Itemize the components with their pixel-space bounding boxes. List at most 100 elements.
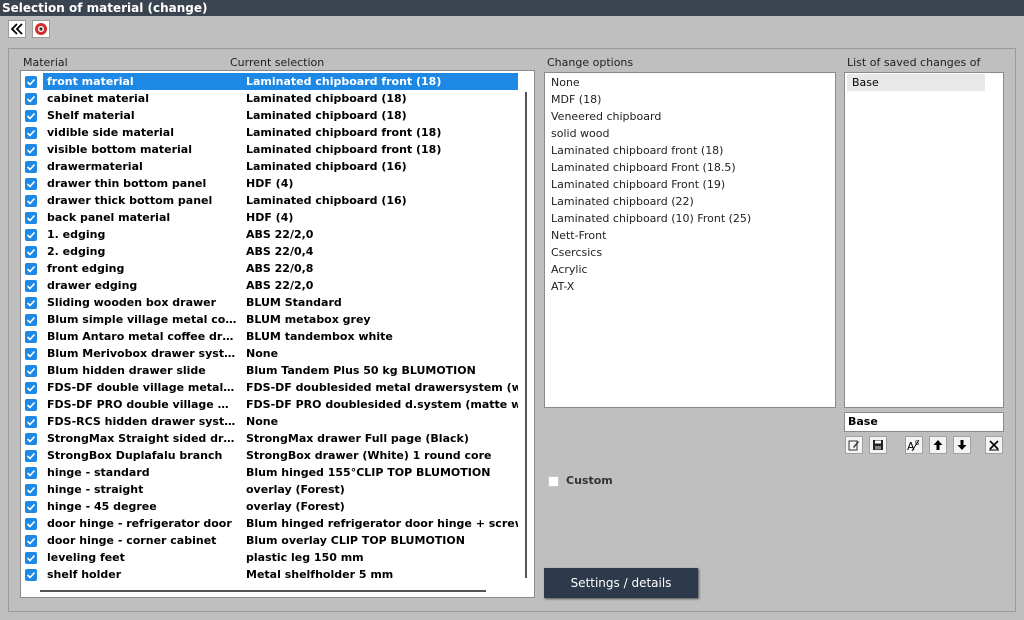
settings-details-button[interactable]: Settings / details — [544, 568, 698, 598]
change-option-item[interactable]: Laminated chipboard Front (18.5) — [551, 159, 736, 176]
material-checkbox[interactable] — [25, 365, 37, 377]
material-name: shelf holder — [47, 568, 122, 581]
change-option-item[interactable]: Csercsics — [551, 244, 602, 261]
change-option-item[interactable]: Laminated chipboard front (18) — [551, 142, 723, 159]
material-checkbox[interactable] — [25, 280, 37, 292]
material-checkbox[interactable] — [25, 127, 37, 139]
material-checkbox[interactable] — [25, 314, 37, 326]
material-row[interactable]: shelf holder Metal shelfholder 5 mm — [22, 566, 522, 583]
material-checkbox[interactable] — [25, 212, 37, 224]
material-checkbox[interactable] — [25, 569, 37, 581]
material-row[interactable]: FDS-DF PRO double village m... FDS-DF PRO… — [22, 396, 522, 413]
close-button[interactable] — [32, 20, 50, 38]
material-checkbox[interactable] — [25, 501, 37, 513]
material-checkbox[interactable] — [25, 484, 37, 496]
custom-checkbox[interactable] — [548, 476, 559, 487]
save-button[interactable] — [869, 436, 887, 454]
material-current-selection: None — [246, 415, 279, 428]
material-checkbox[interactable] — [25, 246, 37, 258]
saved-change-item[interactable]: Base — [847, 74, 985, 91]
material-current-selection: ABS 22/2,0 — [246, 279, 314, 292]
material-checkbox[interactable] — [25, 297, 37, 309]
change-option-item[interactable]: AT-X — [551, 278, 574, 295]
move-up-button[interactable] — [929, 436, 947, 454]
change-option-item[interactable]: Laminated chipboard Front (19) — [551, 176, 725, 193]
delete-button[interactable] — [985, 436, 1003, 454]
material-checkbox[interactable] — [25, 76, 37, 88]
material-row[interactable]: door hinge - refrigerator door Blum hinge… — [22, 515, 522, 532]
material-checkbox[interactable] — [25, 382, 37, 394]
material-checkbox[interactable] — [25, 535, 37, 547]
window-title: Selection of material (change) — [0, 0, 1024, 16]
material-row[interactable]: hinge - straight overlay (Forest) — [22, 481, 522, 498]
material-row[interactable]: drawer thick bottom panel Laminated chipb… — [22, 192, 522, 209]
saved-changes-list[interactable]: Base — [844, 72, 1004, 408]
material-row[interactable]: drawer edging ABS 22/2,0 — [22, 277, 522, 294]
material-row[interactable]: hinge - 45 degree overlay (Forest) — [22, 498, 522, 515]
material-checkbox[interactable] — [25, 467, 37, 479]
change-option-item[interactable]: Laminated chipboard (10) Front (25) — [551, 210, 751, 227]
material-current-selection: Laminated chipboard (16) — [246, 160, 407, 173]
change-option-item[interactable]: Acrylic — [551, 261, 588, 278]
material-row[interactable]: FDS-RCS hidden drawer system None — [22, 413, 522, 430]
material-checkbox[interactable] — [25, 331, 37, 343]
change-option-item[interactable]: Nett-Front — [551, 227, 606, 244]
material-row[interactable]: Shelf material Laminated chipboard (18) — [22, 107, 522, 124]
change-option-item[interactable]: solid wood — [551, 125, 610, 142]
move-down-button[interactable] — [953, 436, 971, 454]
material-checkbox[interactable] — [25, 552, 37, 564]
material-checkbox[interactable] — [25, 178, 37, 190]
material-row[interactable]: leveling feet plastic leg 150 mm — [22, 549, 522, 566]
material-checkbox[interactable] — [25, 433, 37, 445]
material-row[interactable]: Blum Antaro metal coffee drawer BLUM tand… — [22, 328, 522, 345]
edit-button[interactable] — [845, 436, 863, 454]
material-row[interactable]: back panel material HDF (4) — [22, 209, 522, 226]
material-row[interactable]: visible bottom material Laminated chipboa… — [22, 141, 522, 158]
material-row[interactable]: Blum simple village metal coffe... BLUM m… — [22, 311, 522, 328]
material-row[interactable]: hinge - standard Blum hinged 155°CLIP TOP… — [22, 464, 522, 481]
material-row[interactable]: vidible side material Laminated chipboard… — [22, 124, 522, 141]
material-row[interactable]: StrongBox Duplafalu branch StrongBox draw… — [22, 447, 522, 464]
material-row[interactable]: front material Laminated chipboard front … — [22, 73, 522, 90]
material-row[interactable]: front edging ABS 22/0,8 — [22, 260, 522, 277]
material-list[interactable]: front material Laminated chipboard front … — [20, 70, 535, 598]
rename-button[interactable]: AB — [905, 436, 923, 454]
material-row[interactable]: Sliding wooden box drawer BLUM Standard — [22, 294, 522, 311]
back-button[interactable] — [8, 20, 26, 38]
material-row[interactable]: drawer thin bottom panel HDF (4) — [22, 175, 522, 192]
material-checkbox[interactable] — [25, 416, 37, 428]
change-options-list[interactable]: None MDF (18) Veneered chipboard solid wood… — [544, 72, 836, 408]
material-checkbox[interactable] — [25, 195, 37, 207]
material-row[interactable]: door hinge - corner cabinet Blum overlay … — [22, 532, 522, 549]
material-row[interactable]: drawermaterial Laminated chipboard (16) — [22, 158, 522, 175]
material-checkbox[interactable] — [25, 110, 37, 122]
checkmark-icon — [26, 384, 36, 392]
material-checkbox[interactable] — [25, 229, 37, 241]
change-option-item[interactable]: Veneered chipboard — [551, 108, 661, 125]
change-option-item[interactable]: MDF (18) — [551, 91, 601, 108]
material-row[interactable]: cabinet material Laminated chipboard (18) — [22, 90, 522, 107]
checkmark-icon — [26, 214, 36, 222]
material-list-horizontal-scrollbar[interactable] — [40, 590, 486, 592]
material-row[interactable]: 1. edging ABS 22/2,0 — [22, 226, 522, 243]
material-name: Blum Merivobox drawer system — [47, 347, 237, 360]
checkmark-icon — [26, 333, 36, 341]
material-row[interactable]: FDS-DF double village metal c... FDS-DF d… — [22, 379, 522, 396]
material-row[interactable]: Blum Merivobox drawer system None — [22, 345, 522, 362]
material-checkbox[interactable] — [25, 518, 37, 530]
material-checkbox[interactable] — [25, 263, 37, 275]
checkmark-icon — [26, 316, 36, 324]
change-option-item[interactable]: Laminated chipboard (22) — [551, 193, 694, 210]
material-checkbox[interactable] — [25, 450, 37, 462]
material-row[interactable]: Blum hidden drawer slide Blum Tandem Plus… — [22, 362, 522, 379]
material-checkbox[interactable] — [25, 93, 37, 105]
material-checkbox[interactable] — [25, 399, 37, 411]
material-checkbox[interactable] — [25, 144, 37, 156]
material-checkbox[interactable] — [25, 348, 37, 360]
material-checkbox[interactable] — [25, 161, 37, 173]
saved-change-name-field[interactable]: Base — [844, 412, 1004, 432]
material-row[interactable]: 2. edging ABS 22/0,4 — [22, 243, 522, 260]
material-list-vertical-scrollbar[interactable] — [525, 92, 527, 578]
material-row[interactable]: StrongMax Straight sided drawer StrongMax… — [22, 430, 522, 447]
change-option-item[interactable]: None — [551, 74, 580, 91]
